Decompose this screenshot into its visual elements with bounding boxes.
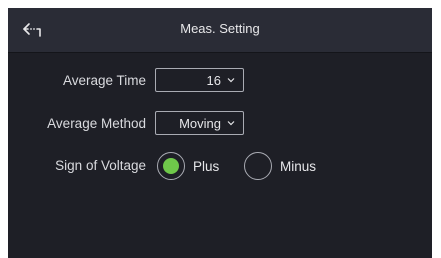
radio-button-minus[interactable] <box>244 152 272 180</box>
radio-label-minus: Minus <box>280 158 317 174</box>
radio-option-minus[interactable]: Minus <box>244 152 316 180</box>
average-time-label: Average Time <box>62 73 146 88</box>
chevron-down-icon <box>227 121 235 126</box>
average-method-select[interactable]: Moving <box>155 111 244 135</box>
average-time-value: 16 <box>206 72 221 88</box>
measurement-settings-screen: Meas. Setting Average Time 16 Average Me… <box>8 8 432 258</box>
average-method-label: Average Method <box>47 116 146 131</box>
chevron-down-icon <box>227 78 235 83</box>
radio-option-plus[interactable]: Plus <box>157 152 219 180</box>
sign-of-voltage-label: Sign of Voltage <box>55 158 146 173</box>
average-time-select[interactable]: 16 <box>155 68 244 92</box>
average-method-value: Moving <box>179 115 221 131</box>
page-title: Meas. Setting <box>180 21 260 36</box>
header-bar: Meas. Setting <box>8 8 432 53</box>
radio-label-plus: Plus <box>193 158 220 174</box>
radio-button-plus[interactable] <box>157 152 185 180</box>
radio-selected-dot <box>163 158 179 174</box>
